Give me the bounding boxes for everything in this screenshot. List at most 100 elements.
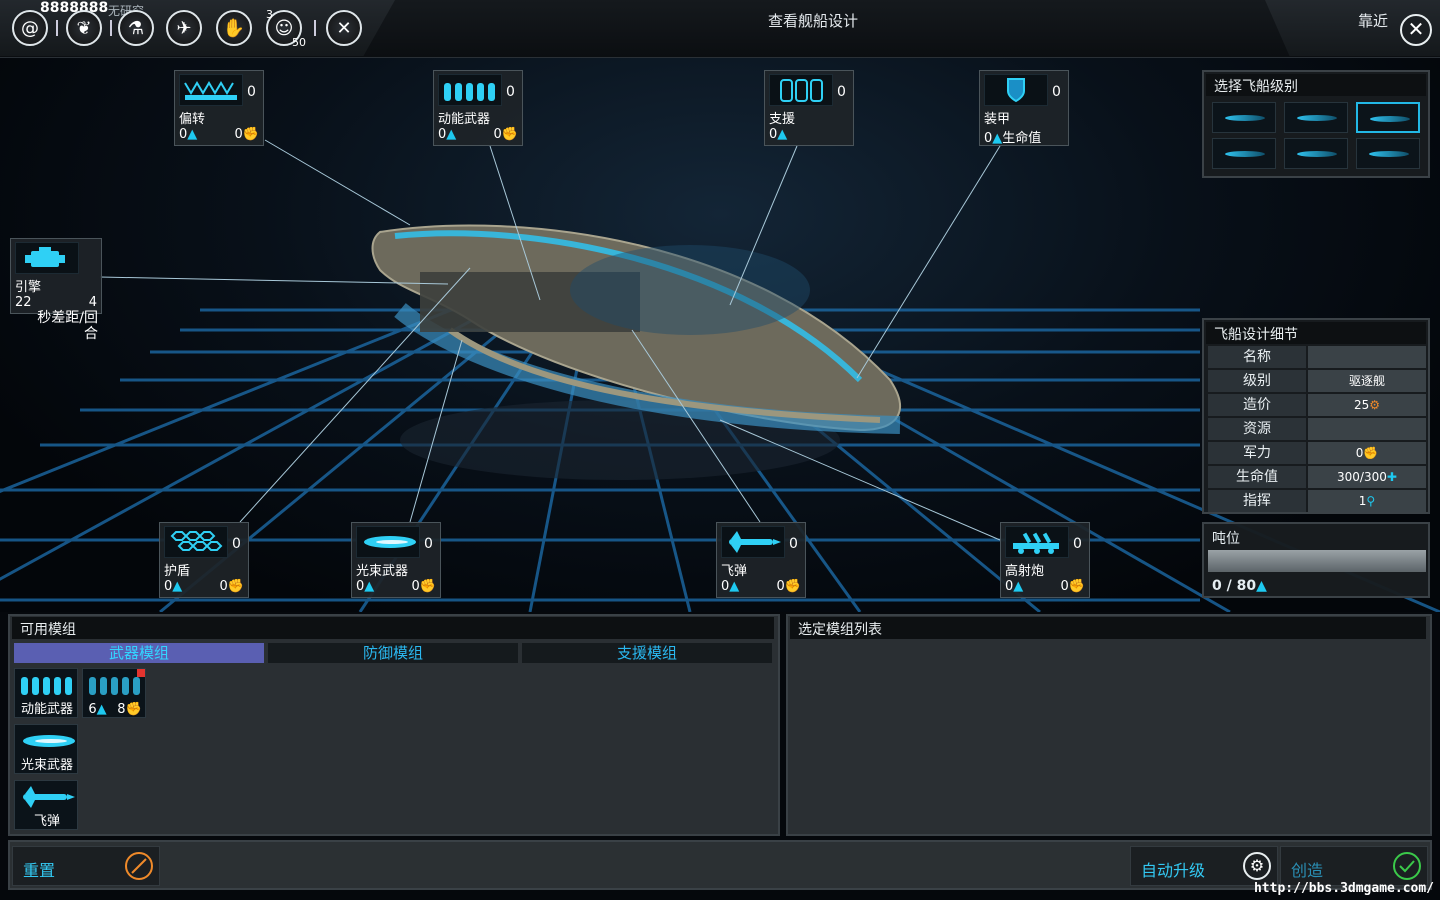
slot-deflect[interactable]: 0 偏转 0▲ 0✊ <box>174 70 264 146</box>
slot-kinetic[interactable]: 0 动能武器 0▲ 0✊ <box>433 70 523 146</box>
detail-key: 级别 <box>1208 370 1306 392</box>
deflect-count: 0 <box>247 84 256 100</box>
page-title: 查看舰船设计 <box>767 12 858 30</box>
detail-value: 25 <box>1353 398 1370 412</box>
mass-icon: ▲ <box>96 702 107 717</box>
auto-upgrade-button[interactable]: 自动升级 ⚙ <box>1130 846 1278 886</box>
armor-shield-icon <box>984 74 1048 106</box>
mass-icon: ▲ <box>446 127 457 142</box>
mass-icon: ▲ <box>364 579 375 594</box>
kinetic-label: 动能武器 <box>438 112 491 127</box>
missile-label: 飞弹 <box>721 564 748 579</box>
detail-row-class: 级别 驱逐舰 <box>1208 370 1426 392</box>
available-modules-title: 可用模组 <box>12 617 774 639</box>
top-bar: @ 8888888 无研究 ❦ ⚗ ✈ ✋ ☺ 3 50 ✕ 查看舰船设计 靠近… <box>0 0 1440 58</box>
create-button[interactable]: 创造 <box>1280 846 1428 886</box>
reset-button[interactable]: 重置 <box>12 846 160 886</box>
detail-row-resource: 资源 <box>1208 418 1426 440</box>
population-sub: 50 <box>292 36 306 49</box>
deflect-power: 0 <box>234 127 243 142</box>
detail-key: 名称 <box>1208 346 1306 368</box>
slot-beam[interactable]: 0 光束武器 0▲ 0✊ <box>351 522 441 598</box>
missile-power: 0 <box>776 579 785 594</box>
shield-count: 0 <box>232 536 241 552</box>
kinetic-weapon-icon <box>87 673 143 697</box>
class-select-title: 选择飞船级别 <box>1206 74 1426 96</box>
watermark-url: http://bbs.3dmgame.com/ <box>1253 881 1434 896</box>
engine-range: 4 <box>88 295 97 310</box>
tab-defense-modules[interactable]: 防御模组 <box>268 643 518 663</box>
mass-icon: ▲ <box>187 127 198 142</box>
support-icon <box>769 74 833 106</box>
fist-icon: ✊ <box>227 579 244 594</box>
slot-armor[interactable]: 0 装甲 0▲生命值 <box>979 70 1069 146</box>
close-button[interactable]: ✕ <box>1400 14 1432 46</box>
reset-label: 重置 <box>23 861 56 880</box>
class-option-4[interactable] <box>1212 138 1276 169</box>
beam-weapon-icon <box>356 526 420 558</box>
gear-icon: ⚙ <box>1243 852 1271 880</box>
missile-icon <box>19 785 75 809</box>
class-option-1[interactable] <box>1212 102 1276 133</box>
shield-label: 护盾 <box>164 564 191 579</box>
detail-value: 300/300 <box>1337 470 1387 484</box>
fist-icon: ✊ <box>1363 446 1379 460</box>
slot-shield[interactable]: 0 护盾 0▲ 0✊ <box>159 522 249 598</box>
module-label: 飞弹 <box>33 814 60 829</box>
module-label: 动能武器 <box>20 702 73 717</box>
engine-label: 引擎 <box>15 280 42 295</box>
design-details-title: 飞船设计细节 <box>1206 322 1426 344</box>
satellite-icon: ⚲ <box>1366 494 1376 508</box>
detail-key: 指挥 <box>1208 490 1306 512</box>
tab-weapon-modules[interactable]: 武器模组 <box>14 643 264 663</box>
module-kinetic[interactable]: 动能武器 <box>14 668 78 718</box>
tonnage-value: 0 / 80 <box>1212 578 1257 594</box>
selected-modules-panel <box>786 614 1432 836</box>
tab-support-modules[interactable]: 支援模组 <box>522 643 772 663</box>
slot-artillery[interactable]: 0 高射炮 0▲ 0✊ <box>1000 522 1090 598</box>
armor-hp-label: 生命值 <box>1002 131 1042 146</box>
artillery-label: 高射炮 <box>1005 564 1045 579</box>
fist-icon: ✊ <box>501 127 518 142</box>
engine-icon <box>15 242 79 274</box>
beam-power: 0 <box>411 579 420 594</box>
detail-key: 造价 <box>1208 394 1306 416</box>
armor-count: 0 <box>1052 84 1061 100</box>
module-missile[interactable]: 飞弹 <box>14 780 78 830</box>
detail-key: 资源 <box>1208 418 1306 440</box>
detail-value: 驱逐舰 <box>1308 370 1426 392</box>
class-option-2[interactable] <box>1284 102 1348 133</box>
fist-icon: ✊ <box>1068 579 1085 594</box>
beam-weapon-icon <box>19 729 75 753</box>
class-option-6[interactable] <box>1356 138 1420 169</box>
slot-missile[interactable]: 0 飞弹 0▲ 0✊ <box>716 522 806 598</box>
missile-count: 0 <box>789 536 798 552</box>
support-label: 支援 <box>769 112 796 127</box>
cancel-icon <box>125 852 153 880</box>
class-option-5[interactable] <box>1284 138 1348 169</box>
detail-row-power: 军力 0✊ <box>1208 442 1426 464</box>
engine-speed: 22 <box>15 295 32 310</box>
selected-modules-title: 选定模组列表 <box>790 617 1426 639</box>
class-option-3[interactable] <box>1356 102 1420 133</box>
beam-label: 光束武器 <box>356 564 409 579</box>
module-beam[interactable]: 光束武器 <box>14 724 78 774</box>
module-mass: 6 <box>88 702 97 717</box>
beam-count: 0 <box>424 536 433 552</box>
ship-name-field[interactable] <box>1308 346 1426 368</box>
module-label: 光束武器 <box>20 758 73 773</box>
zoom-in-label[interactable]: 靠近 <box>1358 10 1388 31</box>
module-kinetic-mk2[interactable]: 6▲ 8✊ <box>82 668 146 718</box>
slot-engine[interactable]: 引擎 22 4 <box>10 238 102 314</box>
kinetic-count: 0 <box>506 84 515 100</box>
detail-row-name: 名称 <box>1208 346 1426 368</box>
engine-unit-label: 秒差距/回合 <box>37 310 98 342</box>
missile-icon <box>721 526 785 558</box>
kinetic-weapon-icon <box>438 74 502 106</box>
class-select-panel: 选择飞船级别 <box>1202 70 1430 178</box>
mass-icon: ▲ <box>992 131 1003 146</box>
slot-support[interactable]: 0 支援 0▲ <box>764 70 854 146</box>
fist-icon: ✊ <box>242 127 259 142</box>
detail-value <box>1308 418 1426 440</box>
mass-icon: ▲ <box>1256 578 1267 594</box>
